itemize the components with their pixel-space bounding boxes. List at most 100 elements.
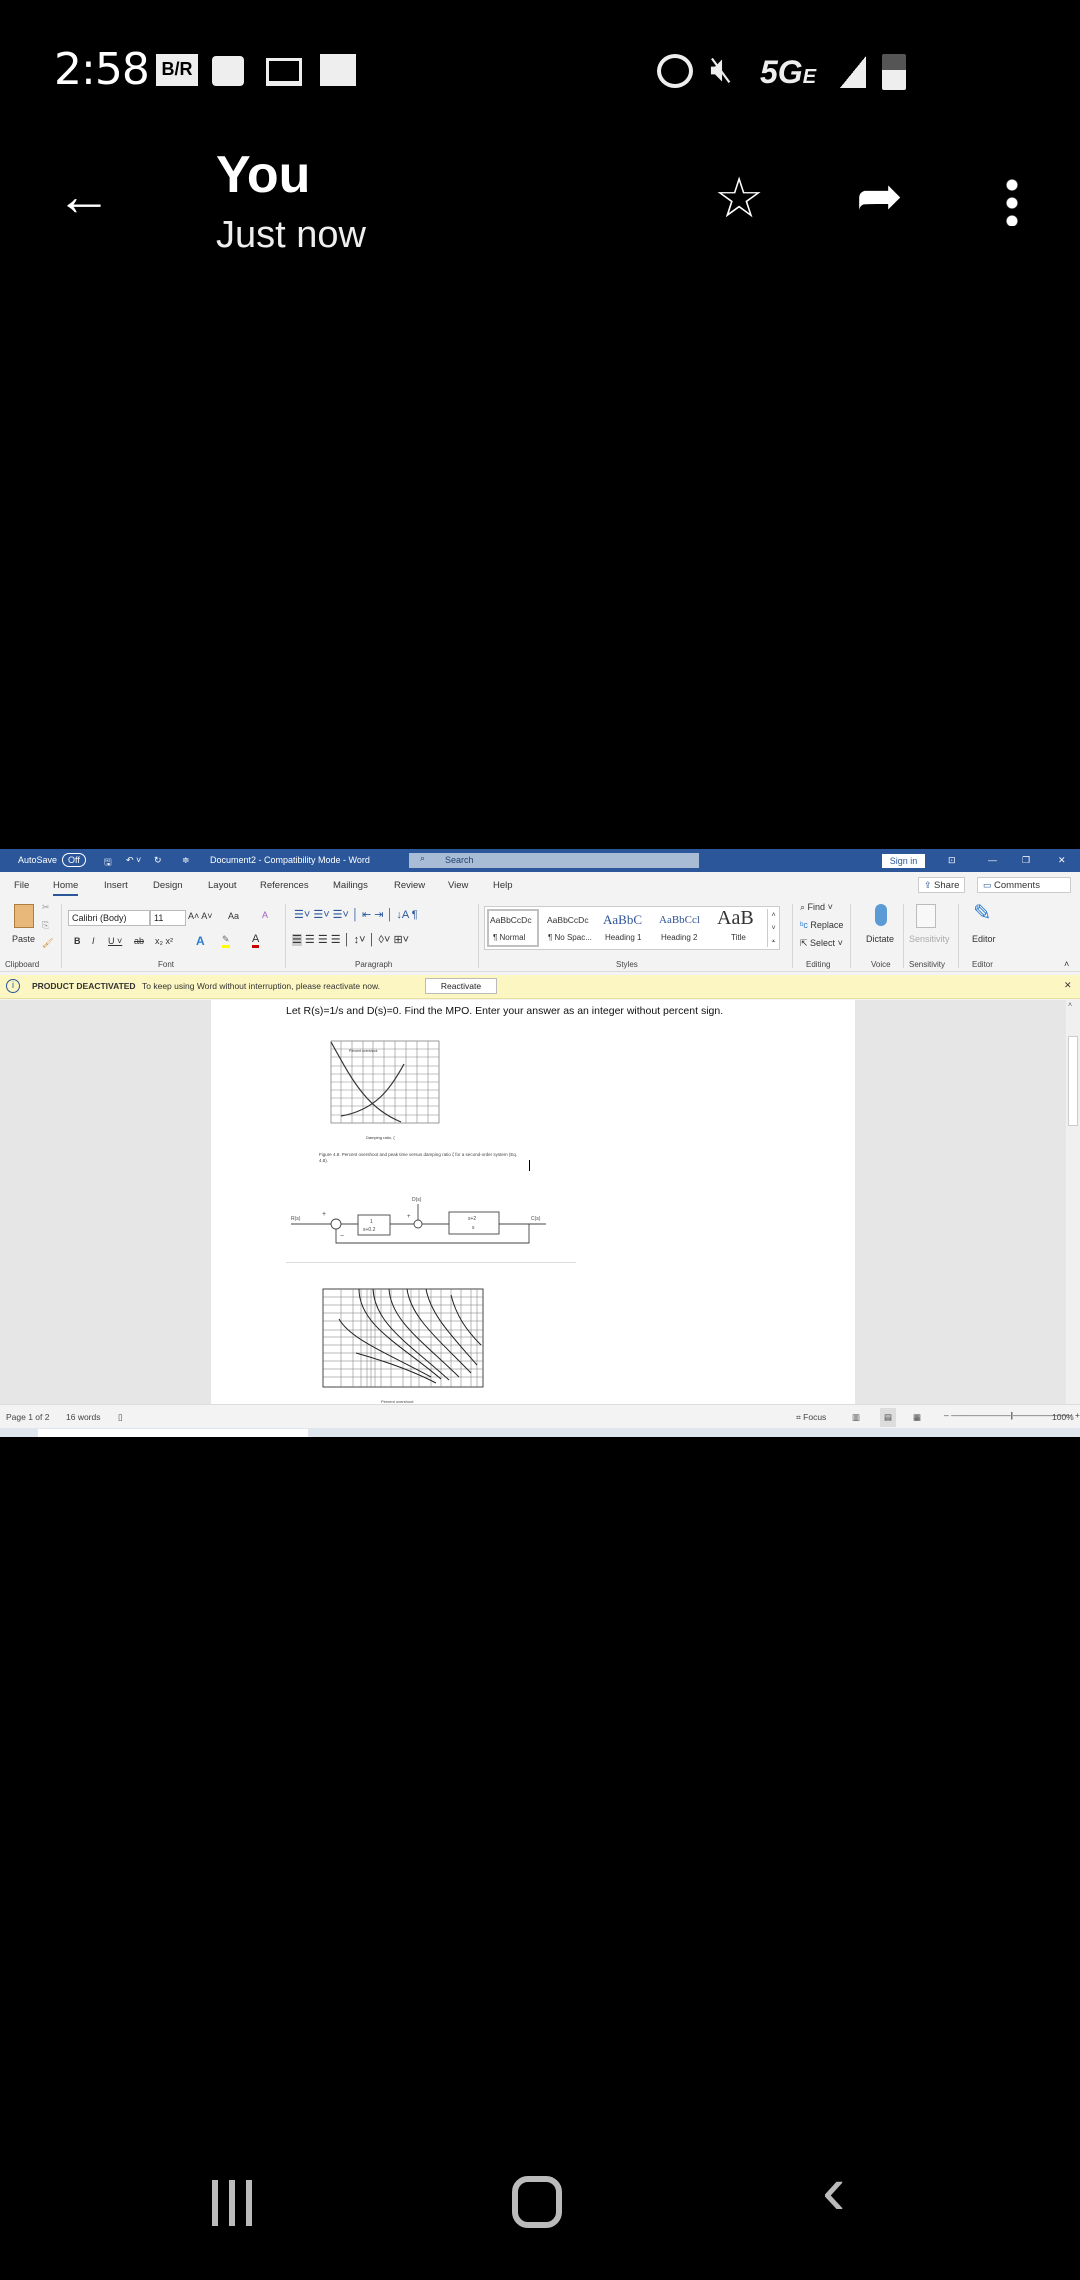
replace-button[interactable]: ᵇc Replace (800, 920, 843, 930)
style-label: ¶ Normal (493, 933, 526, 942)
microphone-icon[interactable] (875, 904, 887, 926)
subscript-button[interactable]: x₂ x² (155, 936, 173, 946)
zoom-level[interactable]: 100% (1052, 1412, 1074, 1422)
back-icon[interactable]: ‹ (822, 2150, 845, 2230)
undo-icon[interactable]: ↶ ˅ (126, 855, 141, 866)
signal-icon (840, 56, 866, 88)
page-count[interactable]: Page 1 of 2 (6, 1412, 49, 1422)
mute-icon: 🔇︎ (710, 48, 733, 89)
tab-home[interactable]: Home (53, 880, 79, 896)
group-paragraph: Paragraph (355, 960, 393, 969)
paste-icon[interactable] (14, 904, 34, 928)
word-count[interactable]: 16 words (66, 1412, 101, 1422)
text-cursor (529, 1160, 530, 1171)
ribbon-tabs: File Home Insert Design Layout Reference… (0, 872, 1080, 898)
autosave-label: AutoSave (18, 855, 58, 865)
star-icon[interactable]: ☆ (714, 170, 764, 226)
paste-button[interactable]: Paste (12, 934, 35, 944)
minimize-icon[interactable]: — (988, 855, 997, 865)
taskbar-strip (0, 1428, 1080, 1437)
restore-icon[interactable]: ❐ (1022, 855, 1030, 866)
format-painter-icon[interactable]: 🖌 (42, 938, 53, 949)
sender-name: You (216, 146, 311, 204)
share-button[interactable]: ⇪ Share (918, 877, 966, 893)
underline-button[interactable]: U ˅ (108, 936, 122, 946)
redo-icon[interactable]: ↻ (154, 855, 162, 866)
clear-formatting-icon[interactable]: A (262, 910, 268, 920)
group-clipboard: Clipboard (5, 960, 40, 969)
question-text: Let R(s)=1/s and D(s)=0. Find the MPO. E… (286, 1005, 724, 1017)
find-label: Find (807, 902, 826, 912)
sign-in-button[interactable]: Sign in (882, 854, 925, 868)
search-box[interactable]: Search (409, 853, 699, 868)
style-title[interactable]: AaB (717, 907, 754, 930)
scroll-thumb[interactable] (1068, 1036, 1078, 1126)
tab-mailings[interactable]: Mailings (333, 880, 368, 891)
tab-help[interactable]: Help (493, 880, 513, 891)
recents-icon[interactable] (212, 2180, 256, 2226)
style-label: Title (731, 933, 746, 942)
document-page[interactable]: Let R(s)=1/s and D(s)=0. Find the MPO. E… (211, 1000, 855, 1404)
tab-references[interactable]: References (260, 880, 309, 891)
change-case-button[interactable]: Aa (228, 911, 239, 921)
alarm-icon (657, 54, 693, 88)
home-icon[interactable] (512, 2176, 562, 2228)
alignment-icons[interactable]: ☰ ☰ ☰ ☰ │ ↕˅ │ ◊˅ ⊞˅ (292, 933, 409, 946)
strikethrough-button[interactable]: ab (134, 936, 144, 946)
tab-insert[interactable]: Insert (104, 880, 128, 891)
grow-font-icon[interactable]: A˄ A˅ (188, 911, 213, 921)
banner-message: To keep using Word without interruption,… (142, 981, 380, 991)
tab-view[interactable]: View (448, 880, 468, 891)
more-vert-icon[interactable] (1006, 176, 1018, 226)
clock: 2:58 (54, 44, 150, 95)
focus-button[interactable]: ⌗ Focus (796, 1412, 826, 1423)
input-label: R(s) (291, 1216, 301, 1222)
text-effects-icon[interactable]: A (196, 934, 205, 948)
save-icon[interactable]: 🖫 (104, 855, 112, 871)
cut-icon[interactable]: ✂ (42, 902, 50, 913)
collapse-ribbon-icon[interactable]: ˄ (1064, 959, 1069, 969)
highlight-icon[interactable]: ✎ (222, 934, 230, 948)
figure-bandwidth-chart: Percent overshoot (322, 1288, 484, 1404)
font-size-select[interactable]: 11 (150, 910, 186, 926)
style-heading-1[interactable]: AaBbC (603, 912, 642, 928)
web-layout-icon[interactable]: ▦ (913, 1412, 921, 1423)
italic-button[interactable]: I (92, 936, 95, 946)
print-layout-icon[interactable]: ▤ (880, 1408, 897, 1427)
back-arrow-icon[interactable]: ← (56, 168, 112, 224)
tab-design[interactable]: Design (153, 880, 183, 891)
editor-icon[interactable]: ✎ (973, 900, 991, 926)
block2-numerator: s+2 (468, 1216, 476, 1222)
style-normal[interactable]: AaBbCcDc (490, 915, 532, 925)
plus-sign: + (322, 1211, 326, 1218)
vertical-scrollbar[interactable]: ˄ (1066, 1000, 1080, 1404)
editor-button[interactable]: Editor (972, 934, 996, 944)
ribbon-display-icon[interactable]: ⊡ (948, 855, 956, 866)
comments-button[interactable]: ▭ Comments (977, 877, 1071, 893)
close-icon[interactable]: ✕ (1058, 855, 1066, 866)
tab-file[interactable]: File (14, 880, 29, 891)
style-no-spacing[interactable]: AaBbCcDc (547, 915, 589, 925)
list-icons[interactable]: ☰˅ ☰˅ ☰˅ │ ⇤ ⇥ │ ↓A ¶ (294, 908, 418, 921)
style-heading-2[interactable]: AaBbCcl (659, 914, 700, 926)
font-name-select[interactable]: Calibri (Body) (68, 910, 150, 926)
font-color-icon[interactable]: A (252, 933, 260, 948)
autosave-toggle[interactable]: Off (62, 853, 86, 867)
find-button[interactable]: ⌕ Find ˅ (800, 902, 833, 913)
select-label: Select (810, 938, 836, 948)
bold-button[interactable]: B (74, 936, 81, 946)
plus-sign: + (407, 1214, 411, 1220)
select-button[interactable]: ⇱ Select ˅ (800, 938, 843, 949)
banner-close-icon[interactable]: ✕ (1064, 980, 1072, 991)
copy-icon[interactable]: ⎘ (42, 920, 49, 931)
forward-icon[interactable]: ➦ (856, 168, 903, 224)
read-mode-icon[interactable]: ▥ (852, 1412, 860, 1423)
reactivate-button[interactable]: Reactivate (425, 978, 497, 994)
proofing-icon[interactable]: ▯ (118, 1412, 123, 1423)
styles-scroll[interactable]: ˄ ˅ ⩡ (767, 909, 779, 947)
tab-layout[interactable]: Layout (208, 880, 237, 891)
tab-review[interactable]: Review (394, 880, 425, 891)
curve-label: Percent overshoot (349, 1049, 377, 1053)
customize-icon[interactable]: ≑ (182, 855, 190, 866)
dictate-button[interactable]: Dictate (866, 934, 894, 944)
